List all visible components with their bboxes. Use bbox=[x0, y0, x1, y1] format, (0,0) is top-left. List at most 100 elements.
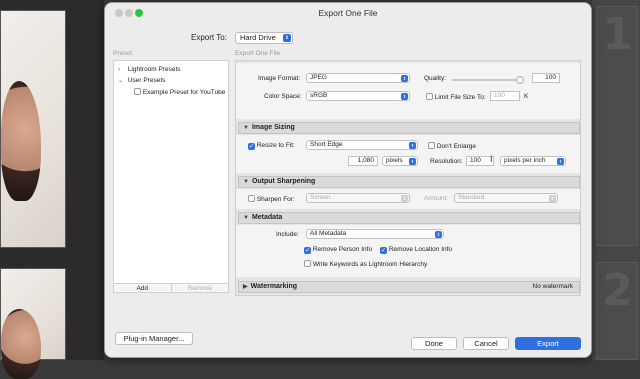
limit-size-unit: K bbox=[524, 93, 529, 100]
write-keywords-option[interactable]: Write Keywords as Lightroom Hierarchy bbox=[304, 260, 427, 268]
sharpen-label: Sharpen For: bbox=[256, 196, 295, 203]
write-keywords-checkbox[interactable] bbox=[304, 260, 311, 267]
amount-label: Amount: bbox=[424, 195, 449, 202]
output-sharpening-section: Sharpen For: Screen ⇕ Amount: Standard ⇕ bbox=[236, 189, 580, 209]
remove-person-label: Remove Person Info bbox=[312, 246, 373, 253]
section-title: Metadata bbox=[251, 214, 283, 221]
dialog-title: Export One File bbox=[318, 8, 378, 18]
section-title: Output Sharpening bbox=[251, 178, 316, 185]
grid-cell[interactable]: 2 bbox=[596, 262, 638, 360]
output-sharpening-header[interactable]: ▼ Output Sharpening bbox=[238, 176, 580, 188]
resize-mode-select[interactable]: Short Edge ⇕ bbox=[306, 140, 418, 150]
portrait-image bbox=[1, 81, 41, 201]
library-grid-left bbox=[0, 0, 104, 379]
quality-label: Quality: bbox=[424, 75, 447, 82]
preset-folder-user[interactable]: ⌄ User Presets bbox=[118, 77, 165, 84]
export-dialog: Export One File Export To: Hard Drive ⇕ … bbox=[104, 2, 592, 358]
image-sizing-header[interactable]: ▼ Image Sizing bbox=[238, 122, 580, 134]
minimize-window-button[interactable] bbox=[125, 9, 133, 17]
preset-buttons: Add Remove bbox=[113, 283, 229, 293]
preset-checkbox[interactable] bbox=[134, 88, 141, 95]
limit-size-input[interactable]: 100 bbox=[490, 91, 520, 101]
sharpen-checkbox[interactable] bbox=[248, 195, 255, 202]
quality-slider-knob[interactable] bbox=[516, 76, 524, 84]
include-label: Include: bbox=[276, 231, 299, 238]
sharpen-for-select[interactable]: Screen ⇕ bbox=[306, 193, 410, 203]
plugin-manager-button[interactable]: Plug-in Manager... bbox=[115, 332, 193, 345]
sharpen-for-value: Screen bbox=[310, 194, 331, 201]
remove-person-option[interactable]: ✓ Remove Person Info bbox=[304, 246, 372, 254]
resolution-label: Resolution: bbox=[430, 158, 463, 165]
limit-size-option[interactable]: Limit File Size To: bbox=[426, 93, 486, 101]
expand-arrow-icon: ▶ bbox=[243, 284, 248, 290]
image-format-label: Image Format: bbox=[258, 75, 301, 82]
add-preset-button[interactable]: Add bbox=[114, 284, 172, 292]
color-space-select[interactable]: sRGB ⇕ bbox=[306, 91, 410, 101]
metadata-section: Include: All Metadata ⇕ ✓ Remove Person … bbox=[236, 225, 580, 277]
section-title: Watermarking bbox=[250, 283, 298, 290]
cancel-button[interactable]: Cancel bbox=[463, 337, 509, 350]
size-unit-select[interactable]: pixels ⇕ bbox=[382, 156, 418, 166]
close-window-button[interactable] bbox=[115, 9, 123, 17]
remove-location-checkbox[interactable]: ✓ bbox=[380, 247, 387, 254]
chevron-updown-icon: ⇕ bbox=[557, 157, 564, 165]
chevron-updown-icon: ⇕ bbox=[401, 74, 408, 82]
image-format-select[interactable]: JPEG ⇕ bbox=[306, 73, 410, 83]
quality-slider[interactable] bbox=[452, 76, 524, 84]
cell-number: 1 bbox=[602, 9, 633, 60]
resize-option[interactable]: ✓ Resize to Fit: bbox=[248, 142, 295, 150]
resize-checkbox[interactable]: ✓ bbox=[248, 143, 255, 150]
export-to-label: Export To: bbox=[191, 33, 227, 42]
limit-size-label: Limit File Size To: bbox=[434, 94, 486, 101]
preset-item-label: Example Preset for YouTube bbox=[142, 89, 226, 96]
grid-cell[interactable]: 1 bbox=[596, 6, 638, 246]
text-cursor-icon: I bbox=[490, 154, 493, 164]
title-bar: Export One File bbox=[105, 3, 591, 23]
sharpen-option[interactable]: Sharpen For: bbox=[248, 195, 295, 203]
remove-person-checkbox[interactable]: ✓ bbox=[304, 247, 311, 254]
chevron-updown-icon: ⇕ bbox=[549, 194, 556, 202]
include-metadata-select[interactable]: All Metadata ⇕ bbox=[306, 229, 444, 239]
watermarking-header[interactable]: ▶ Watermarking No watermark bbox=[238, 281, 580, 293]
remove-location-option[interactable]: ✓ Remove Location Info bbox=[380, 246, 452, 254]
limit-size-checkbox[interactable] bbox=[426, 93, 433, 100]
maximize-window-button[interactable] bbox=[135, 9, 143, 17]
preset-list: › Lightroom Presets ⌄ User Presets Examp… bbox=[113, 60, 229, 292]
resolution-unit-select[interactable]: pixels per inch ⇕ bbox=[500, 156, 566, 166]
include-metadata-value: All Metadata bbox=[310, 230, 347, 237]
chevron-updown-icon: ⇕ bbox=[435, 230, 442, 238]
export-section-label: Export One File bbox=[235, 50, 281, 57]
photo-thumbnail[interactable] bbox=[0, 10, 66, 248]
dont-enlarge-checkbox[interactable] bbox=[428, 142, 435, 149]
size-input[interactable]: 1,080 bbox=[348, 156, 378, 166]
dont-enlarge-label: Don't Enlarge bbox=[436, 143, 476, 150]
preset-item-youtube[interactable]: Example Preset for YouTube bbox=[134, 88, 225, 96]
amount-select[interactable]: Standard ⇕ bbox=[454, 193, 558, 203]
cell-number: 2 bbox=[602, 265, 633, 316]
export-to-select[interactable]: Hard Drive ⇕ bbox=[235, 32, 293, 44]
photo-thumbnail[interactable] bbox=[0, 268, 66, 379]
watermark-status: No watermark bbox=[532, 283, 573, 290]
amount-value: Standard bbox=[458, 194, 485, 201]
done-button[interactable]: Done bbox=[411, 337, 457, 350]
resolution-unit-value: pixels per inch bbox=[504, 157, 546, 164]
disclosure-arrow-icon[interactable]: ⌄ bbox=[118, 77, 126, 84]
color-space-value: sRGB bbox=[310, 92, 328, 99]
export-button[interactable]: Export bbox=[515, 337, 581, 350]
library-grid-right: 1 2 bbox=[592, 0, 640, 360]
image-sizing-section: ✓ Resize to Fit: Short Edge ⇕ Don't Enla… bbox=[236, 135, 580, 173]
dont-enlarge-option[interactable]: Don't Enlarge bbox=[428, 142, 476, 150]
metadata-header[interactable]: ▼ Metadata bbox=[238, 212, 580, 224]
preset-label: Preset: bbox=[113, 50, 134, 57]
remove-location-label: Remove Location Info bbox=[388, 246, 453, 253]
preset-folder-label: Lightroom Presets bbox=[127, 66, 181, 73]
chevron-updown-icon: ⇕ bbox=[409, 157, 416, 165]
preset-folder-lightroom[interactable]: › Lightroom Presets bbox=[118, 66, 181, 73]
write-keywords-label: Write Keywords as Lightroom Hierarchy bbox=[312, 261, 428, 268]
chevron-updown-icon: ⇕ bbox=[401, 194, 408, 202]
quality-input[interactable]: 100 bbox=[532, 73, 560, 83]
disclosure-arrow-icon[interactable]: › bbox=[118, 67, 126, 73]
remove-preset-button[interactable]: Remove bbox=[172, 284, 229, 292]
preset-folder-label: User Presets bbox=[127, 77, 166, 84]
export-to-value: Hard Drive bbox=[240, 33, 276, 42]
